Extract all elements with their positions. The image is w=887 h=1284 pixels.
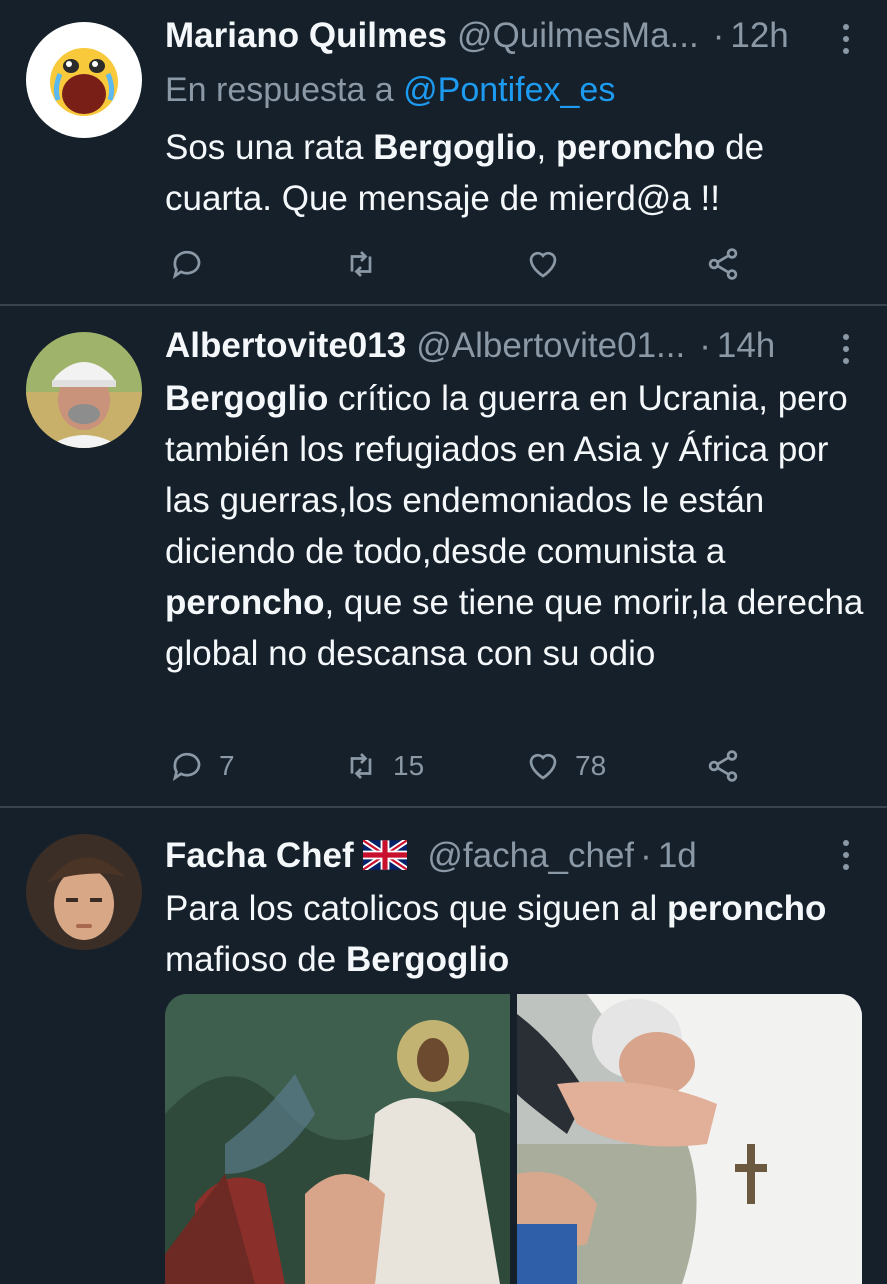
display-name[interactable]: Mariano Quilmes [165,16,447,56]
tweet-actions [165,244,745,284]
tweet-text: Sos una rata Bergoglio, peroncho de cuar… [165,128,765,218]
media-image-1[interactable] [165,994,510,1284]
user-handle[interactable]: @Albertovite01... [416,326,685,366]
reply-button[interactable]: 7 [169,746,235,786]
like-icon [529,753,557,780]
avatar[interactable] [26,22,142,138]
avatar[interactable] [26,332,142,448]
timestamp[interactable]: 14h [717,326,775,366]
uk-flag-icon [363,840,408,870]
separator-dot: · [712,16,725,55]
tweet-2[interactable]: Albertovite013 @Albertovite01... · 14h B… [0,306,887,806]
like-count: 78 [575,750,607,781]
retweet-icon [350,753,372,779]
reply-count: 7 [219,750,235,781]
display-name[interactable]: Albertovite013 [165,326,406,366]
display-name[interactable]: Facha Chef [165,836,417,876]
tweet-header: Facha Chef @facha_chef · 1d [165,836,827,880]
reply-icon [172,250,201,280]
share-icon [708,750,738,782]
user-handle[interactable]: @QuilmesMa... [457,16,699,56]
more-icon[interactable] [839,838,853,872]
timestamp[interactable]: 12h [730,16,788,56]
tweet-1[interactable]: Mariano Quilmes @QuilmesMa... · 12h En r… [0,0,887,304]
like-button[interactable]: 78 [525,746,606,786]
like-button[interactable] [525,244,561,284]
tweet-actions: 7 15 78 [165,746,745,786]
share-button[interactable] [705,746,741,786]
share-icon [708,248,738,280]
tweet-header: Mariano Quilmes @QuilmesMa... · 12h [165,16,827,60]
retweet-button[interactable]: 15 [343,746,424,786]
reply-mention-link[interactable]: @Pontifex_es [403,71,615,109]
reply-button[interactable] [169,244,205,284]
retweet-count: 15 [393,750,425,781]
reply-context: En respuesta a @Pontifex_es [165,71,615,110]
reply-prefix: En respuesta a [165,71,394,109]
like-icon [529,251,557,278]
reply-icon [172,752,201,782]
more-icon[interactable] [839,22,853,56]
timestamp[interactable]: 1d [658,836,697,876]
separator-dot: · [640,836,652,875]
user-handle[interactable]: @facha_chef [427,836,634,876]
separator-dot: · [699,326,711,365]
tweet-text: Bergoglio crítico la guerra en Ucrania, … [165,379,864,673]
tweet-header: Albertovite013 @Albertovite01... · 14h [165,326,827,370]
share-button[interactable] [705,244,741,284]
more-icon[interactable] [839,332,853,366]
retweet-button[interactable] [343,244,379,284]
avatar[interactable] [26,834,142,950]
media-image-2[interactable] [517,994,862,1284]
retweet-icon [350,251,372,277]
tweet-text: Para los catolicos que siguen al peronch… [165,889,827,979]
